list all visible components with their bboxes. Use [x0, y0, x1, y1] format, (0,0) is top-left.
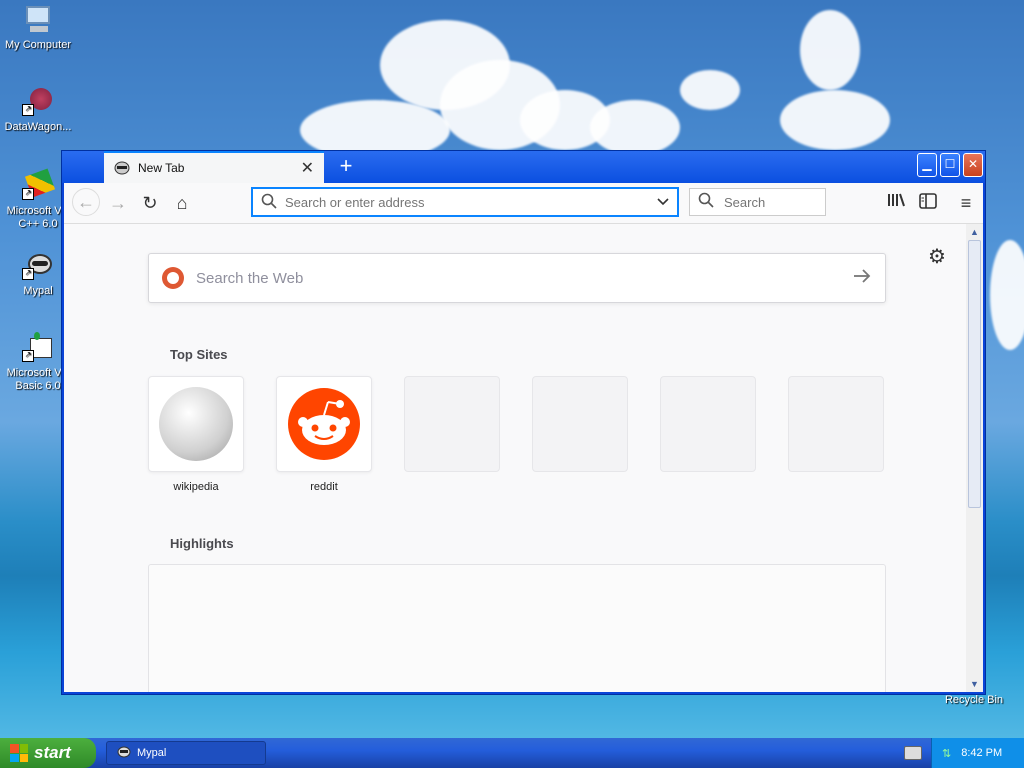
mypal-raccoon-icon: ↗ [22, 250, 54, 282]
search-icon [261, 193, 277, 212]
top-site-label: wikipedia [173, 481, 219, 493]
desktop-icon-my-computer[interactable]: My Computer [0, 4, 78, 52]
taskbar: start Mypal ⇅ 8:42 PM [0, 738, 1024, 768]
title-bar: New Tab ✕ + ▁ ☐ ✕ [62, 151, 985, 183]
clock[interactable]: 8:42 PM [961, 747, 1002, 759]
top-site-tile-wikipedia[interactable] [148, 376, 244, 472]
wikipedia-globe-icon [159, 387, 233, 461]
tab-new-tab[interactable]: New Tab ✕ [104, 151, 324, 183]
mypal-raccoon-icon [117, 746, 131, 761]
top-sites-title: Top Sites [170, 347, 228, 362]
scroll-down-icon[interactable]: ▼ [966, 676, 983, 692]
search-input[interactable] [722, 193, 816, 211]
new-tab-button[interactable]: + [332, 155, 360, 179]
new-tab-page: Search the Web ⚙ Top Sites wikipedia red… [64, 224, 983, 692]
url-input[interactable] [283, 193, 647, 211]
settings-gear-icon[interactable]: ⚙ [928, 244, 946, 269]
taskbar-item-label: Mypal [137, 747, 167, 759]
chevron-down-icon[interactable] [657, 193, 669, 211]
keyboard-icon[interactable] [904, 746, 922, 760]
reddit-icon [288, 388, 360, 460]
web-search-placeholder: Search the Web [196, 269, 304, 287]
scroll-up-icon[interactable]: ▲ [966, 224, 983, 240]
desktop-icon-recycle-bin[interactable]: Recycle Bin [934, 694, 1014, 707]
search-bar[interactable] [689, 188, 826, 216]
tab-close-icon[interactable]: ✕ [301, 158, 314, 178]
tab-title: New Tab [138, 161, 185, 175]
web-search-box[interactable]: Search the Web [148, 253, 886, 303]
search-icon [698, 192, 714, 213]
desktop-icon-datawagon[interactable]: ↗ DataWagon... [0, 86, 78, 134]
library-icon[interactable] [882, 189, 910, 217]
top-site-tile-empty[interactable] [404, 376, 500, 472]
top-site-tile-empty[interactable] [532, 376, 628, 472]
sidebar-icon[interactable] [914, 189, 942, 217]
maximize-button[interactable]: ☐ [940, 153, 960, 177]
taskbar-item-mypal[interactable]: Mypal [106, 741, 266, 765]
top-site-tile-empty[interactable] [788, 376, 884, 472]
desktop-icon-label: Recycle Bin [944, 694, 1004, 706]
menu-icon[interactable]: ≡ [952, 189, 980, 217]
duckduckgo-icon [162, 267, 184, 289]
top-site-tile-empty[interactable] [660, 376, 756, 472]
browser-window: New Tab ✕ + ▁ ☐ ✕ ← → ↻ ⌂ Search or ente… [61, 150, 986, 695]
top-site-tile-reddit[interactable] [276, 376, 372, 472]
start-button[interactable]: start [0, 738, 96, 768]
url-bar[interactable] [252, 188, 678, 216]
visual-basic-icon: ↗ [22, 332, 54, 364]
visual-cpp-icon: ↗ [22, 168, 56, 202]
desktop-icon-label: My Computer [4, 39, 72, 51]
mypal-tab-icon [114, 161, 130, 175]
desktop-icon-label: DataWagon... [4, 121, 72, 133]
top-site-label: reddit [310, 481, 338, 493]
forward-button[interactable]: → [104, 189, 132, 217]
highlights-title: Highlights [170, 536, 234, 551]
scrollbar-thumb[interactable] [968, 240, 981, 508]
back-button[interactable]: ← [72, 188, 100, 216]
arrow-right-icon[interactable] [853, 268, 871, 288]
vertical-scrollbar[interactable]: ▲ ▼ [966, 224, 983, 692]
start-label: start [34, 743, 71, 762]
minimize-button[interactable]: ▁ [917, 153, 937, 177]
network-icon[interactable]: ⇅ [942, 747, 951, 760]
datawagon-icon: ↗ [22, 86, 54, 118]
close-window-button[interactable]: ✕ [963, 153, 983, 177]
highlights-panel [148, 564, 886, 692]
windows-logo-icon [10, 744, 28, 762]
nav-toolbar: ← → ↻ ⌂ ≡ [64, 183, 983, 224]
system-tray: ⇅ 8:42 PM [931, 738, 1024, 768]
computer-icon [22, 4, 54, 36]
home-button[interactable]: ⌂ [168, 189, 196, 217]
reload-button[interactable]: ↻ [136, 189, 164, 217]
